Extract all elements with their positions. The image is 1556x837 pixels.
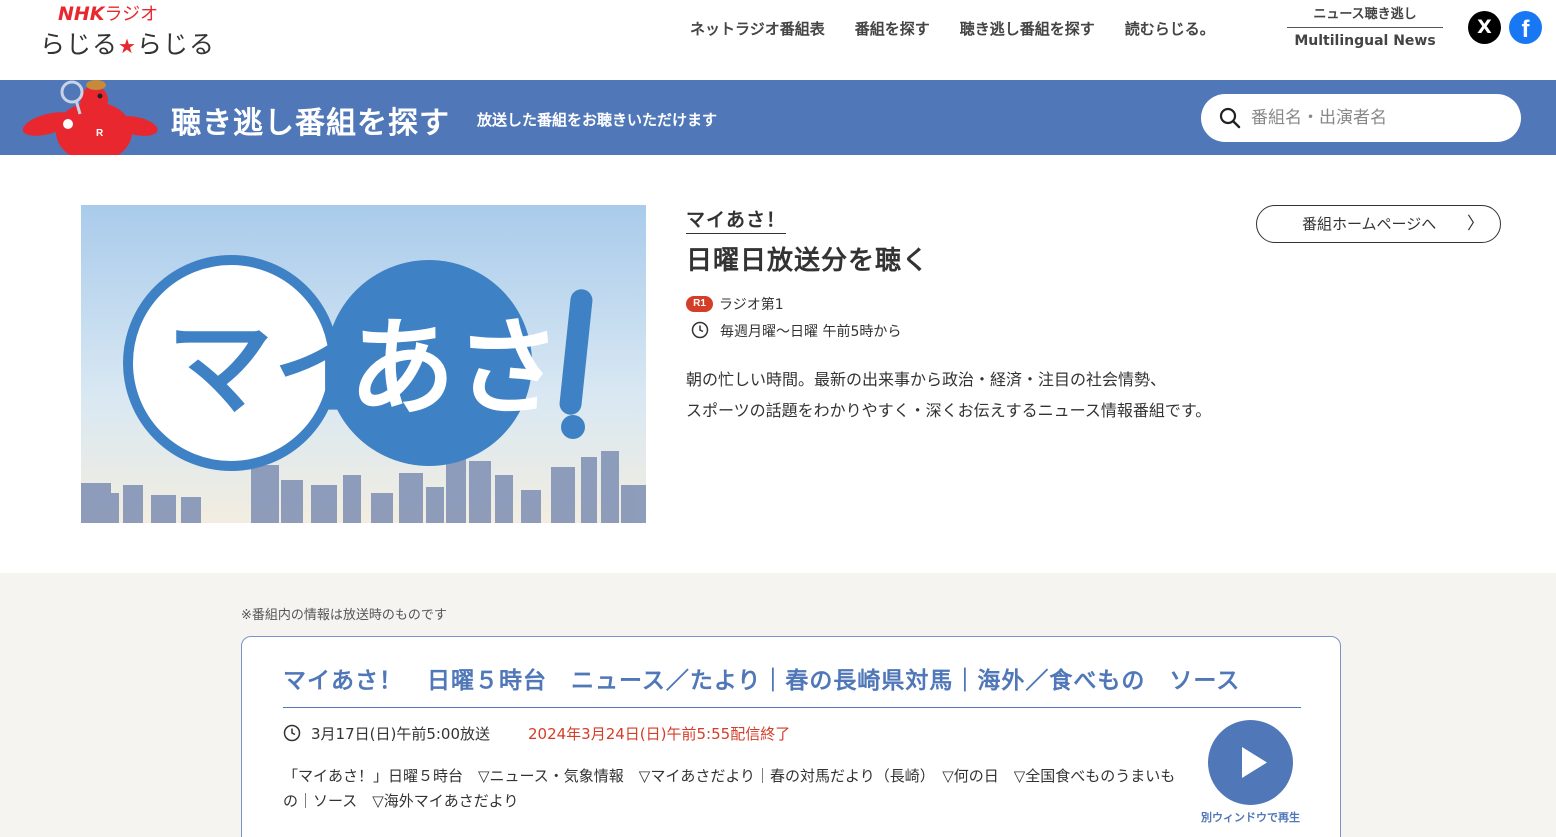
logo-radio: ラジオ <box>104 4 159 25</box>
nav-item-missed-programs[interactable]: 聴き逃し番組を探す <box>960 18 1095 39</box>
station-badge: R1 <box>686 296 713 312</box>
page-title: 聴き逃し番組を探す <box>171 106 450 141</box>
logo-radiru-right: らじる <box>136 30 215 59</box>
nav-item-news-missed[interactable]: ニュース聴き逃し <box>1287 0 1443 28</box>
logo-star-icon: ★ <box>118 34 137 58</box>
logo-brand: NHK <box>58 3 105 25</box>
logo-nhk-radio: NHKラジオ <box>58 0 158 26</box>
chevron-right-icon: 〉 <box>1467 214 1484 233</box>
search-icon[interactable] <box>1219 107 1241 129</box>
site-logo[interactable]: NHKラジオ らじる★らじる <box>40 0 214 60</box>
play-button-label[interactable]: 別ウィンドウで再生 <box>1192 809 1309 825</box>
station-name: ラジオ第1 <box>719 297 784 313</box>
site-header: NHKラジオ らじる★らじる ネットラジオ番組表 番組を探す 聴き逃し番組を探す… <box>0 0 1556 80</box>
nav-item-schedule[interactable]: ネットラジオ番組表 <box>690 18 825 39</box>
program-hero-image: マイ あさ <box>81 205 646 523</box>
nav-news-stack: ニュース聴き逃し Multilingual News <box>1287 0 1443 56</box>
nav-item-multilingual-news[interactable]: Multilingual News <box>1287 28 1443 49</box>
facebook-icon[interactable]: f <box>1509 11 1542 44</box>
clock-icon <box>283 724 301 742</box>
play-icon <box>1242 747 1267 778</box>
episode-broadcast-date: 3月17日(日)午前5:00放送 <box>311 725 491 743</box>
logo-radiru: らじる★らじる <box>40 25 215 61</box>
svg-text:あさ: あさ <box>349 307 561 430</box>
program-title: 日曜日放送分を聴く <box>686 246 930 276</box>
main-nav: ネットラジオ番組表 番組を探す 聴き逃し番組を探す 読むらじる。 <box>690 0 1245 56</box>
page-banner: R 聴き逃し番組を探す 放送した番組をお聴きいただけます <box>0 80 1556 155</box>
program-description-line: スポーツの話題をわかりやすく・深くお伝えするニュース情報番組です。 <box>686 401 1212 420</box>
search-input[interactable] <box>1251 100 1506 136</box>
program-name[interactable]: マイあさ！ <box>686 205 787 234</box>
mascot-icon: R <box>20 80 160 155</box>
program-schedule: 毎週月曜～日曜 午前5時から <box>720 324 902 340</box>
program-homepage-label: 番組ホームページへ <box>1302 215 1437 233</box>
clock-icon <box>691 321 709 339</box>
logo-radiru-left: らじる <box>40 30 119 59</box>
page-subtitle: 放送した番組をお聴きいただけます <box>477 111 718 129</box>
episode-description: 「マイあさ！」日曜５時台 ▽ニュース・気象情報 ▽マイあさだより｜春の対馬だより… <box>283 767 1176 810</box>
hero-logo-text: マイ <box>167 307 379 430</box>
episode-card: マイあさ！ 日曜５時台 ニュース／たより｜春の長崎県対馬｜海外／食べもの ソース… <box>241 636 1341 837</box>
play-button[interactable] <box>1208 720 1293 805</box>
episode-expire-date: 2024年3月24日(日)午前5:55配信終了 <box>528 725 791 743</box>
svg-text:R: R <box>96 128 104 139</box>
search-box <box>1201 94 1521 142</box>
episode-divider <box>283 707 1301 708</box>
x-icon[interactable]: X <box>1468 11 1501 44</box>
episode-title: マイあさ！ 日曜５時台 ニュース／たより｜春の長崎県対馬｜海外／食べもの ソース <box>283 668 1241 694</box>
program-description-line: 朝の忙しい時間。最新の出来事から政治・経済・注目の社会情勢、 <box>686 370 1167 389</box>
nav-item-yomu-radiru[interactable]: 読むらじる。 <box>1125 18 1215 39</box>
program-description: 朝の忙しい時間。最新の出来事から政治・経済・注目の社会情勢、 スポーツの話題をわ… <box>686 364 1326 426</box>
nav-item-find-program[interactable]: 番組を探す <box>855 18 930 39</box>
program-homepage-button[interactable]: 番組ホームページへ 〉 <box>1256 205 1501 243</box>
episode-note: ※番組内の情報は放送時のものです <box>241 608 447 623</box>
